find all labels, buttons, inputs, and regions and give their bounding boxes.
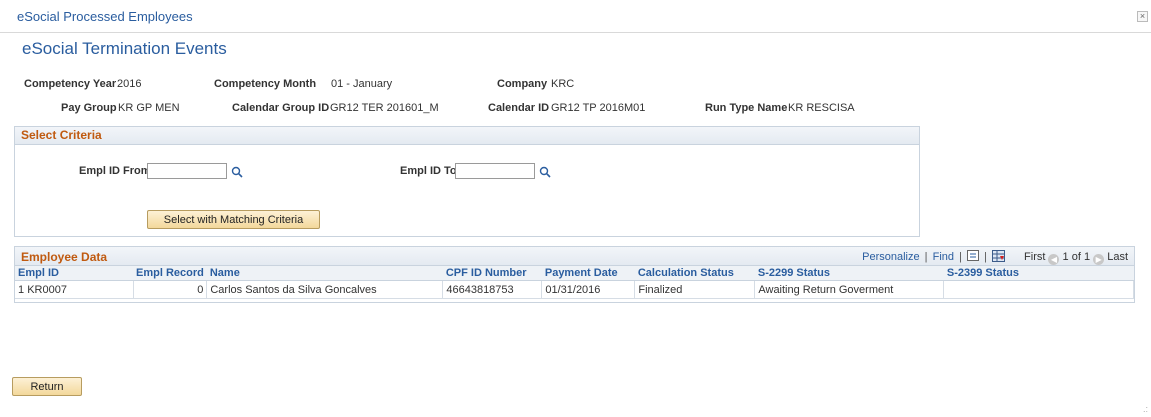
column-header-name: Name [206, 266, 443, 281]
empl-id-to-label: Empl ID To [400, 165, 457, 177]
competency-month-label: Competency Month [214, 78, 317, 90]
row-number: 1 [18, 283, 25, 296]
table-header-row: Empl ID Empl Record Name CPF ID Number P… [15, 266, 1134, 281]
run-type-name-label: Run Type Name [705, 102, 788, 114]
competency-year-label: Competency Year [24, 78, 117, 90]
select-criteria-box: Select Criteria Empl ID From Empl ID To … [14, 126, 920, 237]
cell-s2399-status [943, 280, 1134, 299]
next-arrow-icon[interactable]: ▶ [1093, 254, 1105, 265]
column-header-empl-record: Empl Record [133, 266, 207, 281]
modal-titlebar: eSocial Processed Employees × [0, 0, 1151, 33]
competency-year-value: 2016 [117, 78, 142, 90]
first-label: First [1024, 251, 1046, 263]
personalize-link[interactable]: Personalize [862, 251, 919, 263]
table-row: 1 KR0007 0 Carlos Santos da Silva Goncal… [15, 280, 1134, 299]
empl-id-to-input[interactable] [455, 163, 535, 179]
column-header-s2399-status: S-2399 Status [943, 266, 1134, 281]
pay-group-value: KR GP MEN [118, 102, 180, 114]
search-icon[interactable] [539, 166, 551, 178]
column-header-payment-date: Payment Date [541, 266, 635, 281]
search-icon[interactable] [231, 166, 243, 178]
nav-separator: | [959, 251, 962, 263]
competency-month-value: 01 - January [331, 78, 393, 90]
calendar-id-value: GR12 TP 2016M01 [551, 102, 646, 114]
company-label: Company [497, 78, 548, 90]
grid-title: Employee Data [21, 250, 108, 264]
return-button[interactable]: Return [12, 377, 82, 396]
resize-handle-icon[interactable]: .: [1143, 404, 1148, 414]
modal-title: eSocial Processed Employees [17, 9, 193, 24]
download-spreadsheet-icon[interactable] [991, 250, 1005, 262]
employee-data-grid: Employee Data Personalize | Find | | Fir… [14, 246, 1135, 303]
cell-empl-id: 1 KR0007 [15, 280, 134, 299]
column-header-calculation-status: Calculation Status [634, 266, 755, 281]
empl-id-from-label: Empl ID From [79, 165, 151, 177]
run-type-name-value: KR RESCISA [788, 102, 855, 114]
column-header-cpf: CPF ID Number [442, 266, 542, 281]
empl-id-value: KR0007 [27, 283, 67, 296]
find-link[interactable]: Find [933, 251, 954, 263]
nav-separator: | [924, 251, 928, 263]
view-all-icon[interactable] [966, 250, 979, 261]
page-title: eSocial Termination Events [22, 39, 227, 58]
column-header-empl-id: Empl ID [15, 266, 133, 281]
grid-nav: Personalize | Find | | First ◀ 1 of 1 ▶ … [862, 250, 1128, 265]
empl-id-from-input[interactable] [147, 163, 227, 179]
column-header-s2299-status: S-2299 Status [754, 266, 944, 281]
select-matching-criteria-button[interactable]: Select with Matching Criteria [147, 210, 320, 229]
calendar-id-label: Calendar ID [488, 102, 550, 114]
employee-table: Empl ID Empl Record Name CPF ID Number P… [15, 266, 1134, 299]
cell-s2299-status: Awaiting Return Goverment [754, 280, 945, 299]
cell-empl-record: 0 [133, 280, 208, 299]
cell-name: Carlos Santos da Silva Goncalves [206, 280, 444, 299]
last-label: Last [1107, 251, 1128, 263]
calendar-group-id-value: GR12 TER 201601_M [330, 102, 439, 114]
calendar-group-id-label: Calendar Group ID [232, 102, 330, 114]
select-criteria-header: Select Criteria [15, 127, 919, 145]
cell-cpf: 46643818753 [442, 280, 543, 299]
pay-group-label: Pay Group [61, 102, 117, 114]
grid-header-bar: Employee Data Personalize | Find | | Fir… [15, 247, 1134, 266]
cell-calculation-status: Finalized [634, 280, 756, 299]
company-value: KRC [551, 78, 575, 90]
close-icon[interactable]: × [1137, 11, 1148, 22]
row-range: 1 of 1 [1062, 251, 1091, 263]
previous-arrow-icon[interactable]: ◀ [1048, 254, 1060, 265]
cell-payment-date: 01/31/2016 [541, 280, 636, 299]
nav-separator: | [984, 251, 987, 263]
